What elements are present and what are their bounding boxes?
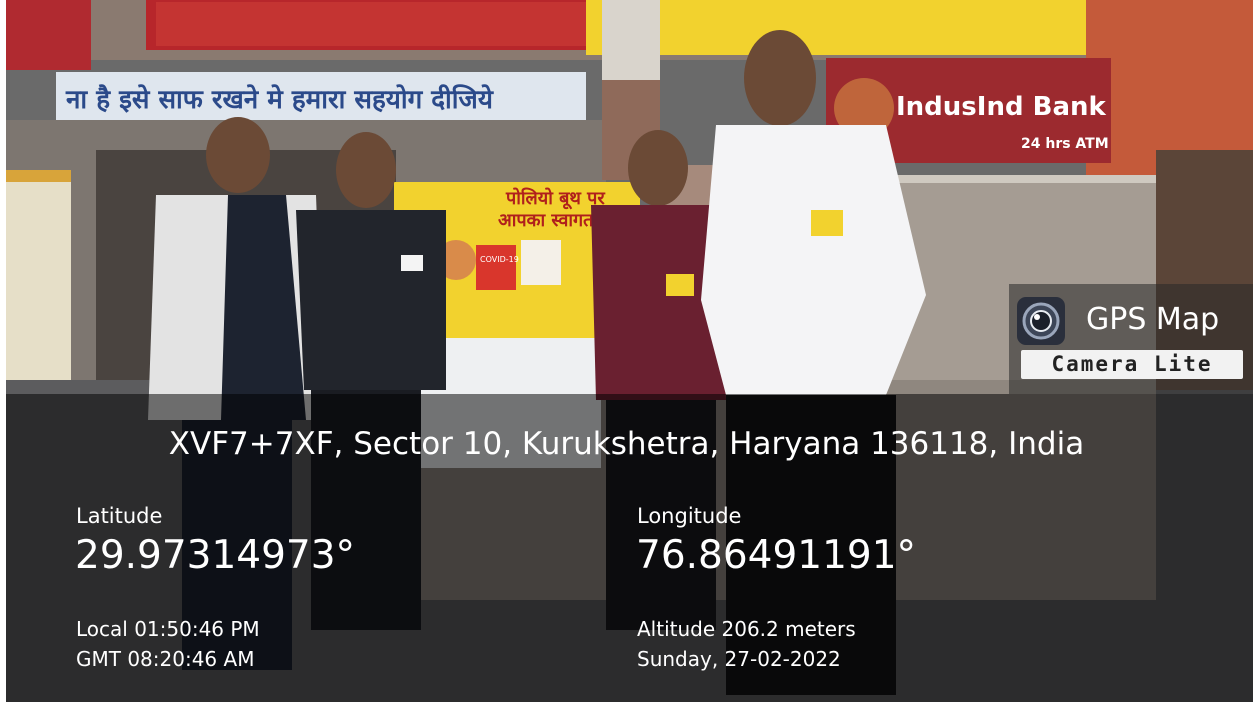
poster-line-1: पोलियो बूथ पर [505, 187, 605, 210]
longitude-value: 76.86491191° [636, 533, 917, 578]
poster-covid: COVID-19 [480, 255, 519, 264]
bank-name: IndusInd Bank [896, 92, 1106, 122]
latitude-value: 29.97314973° [75, 533, 356, 578]
gps-badge-subtitle: Camera Lite [1021, 350, 1243, 379]
altitude-text: Altitude 206.2 meters [637, 617, 856, 641]
longitude-label: Longitude [637, 504, 742, 528]
gmt-time: GMT 08:20:46 AM [76, 647, 255, 671]
gps-badge-title: GPS Map [1086, 302, 1220, 337]
address-text: XVF7+7XF, Sector 10, Kurukshetra, Haryan… [168, 426, 1085, 462]
latitude-label: Latitude [76, 504, 163, 528]
banner-text: ना है इसे साफ रखने मे हमारा सहयोग दीजिये [65, 84, 494, 115]
date-text: Sunday, 27-02-2022 [637, 647, 841, 671]
local-time: Local 01:50:46 PM [76, 617, 260, 641]
bank-atm: 24 hrs ATM [1021, 136, 1109, 152]
camera-lens-icon [1017, 297, 1065, 345]
